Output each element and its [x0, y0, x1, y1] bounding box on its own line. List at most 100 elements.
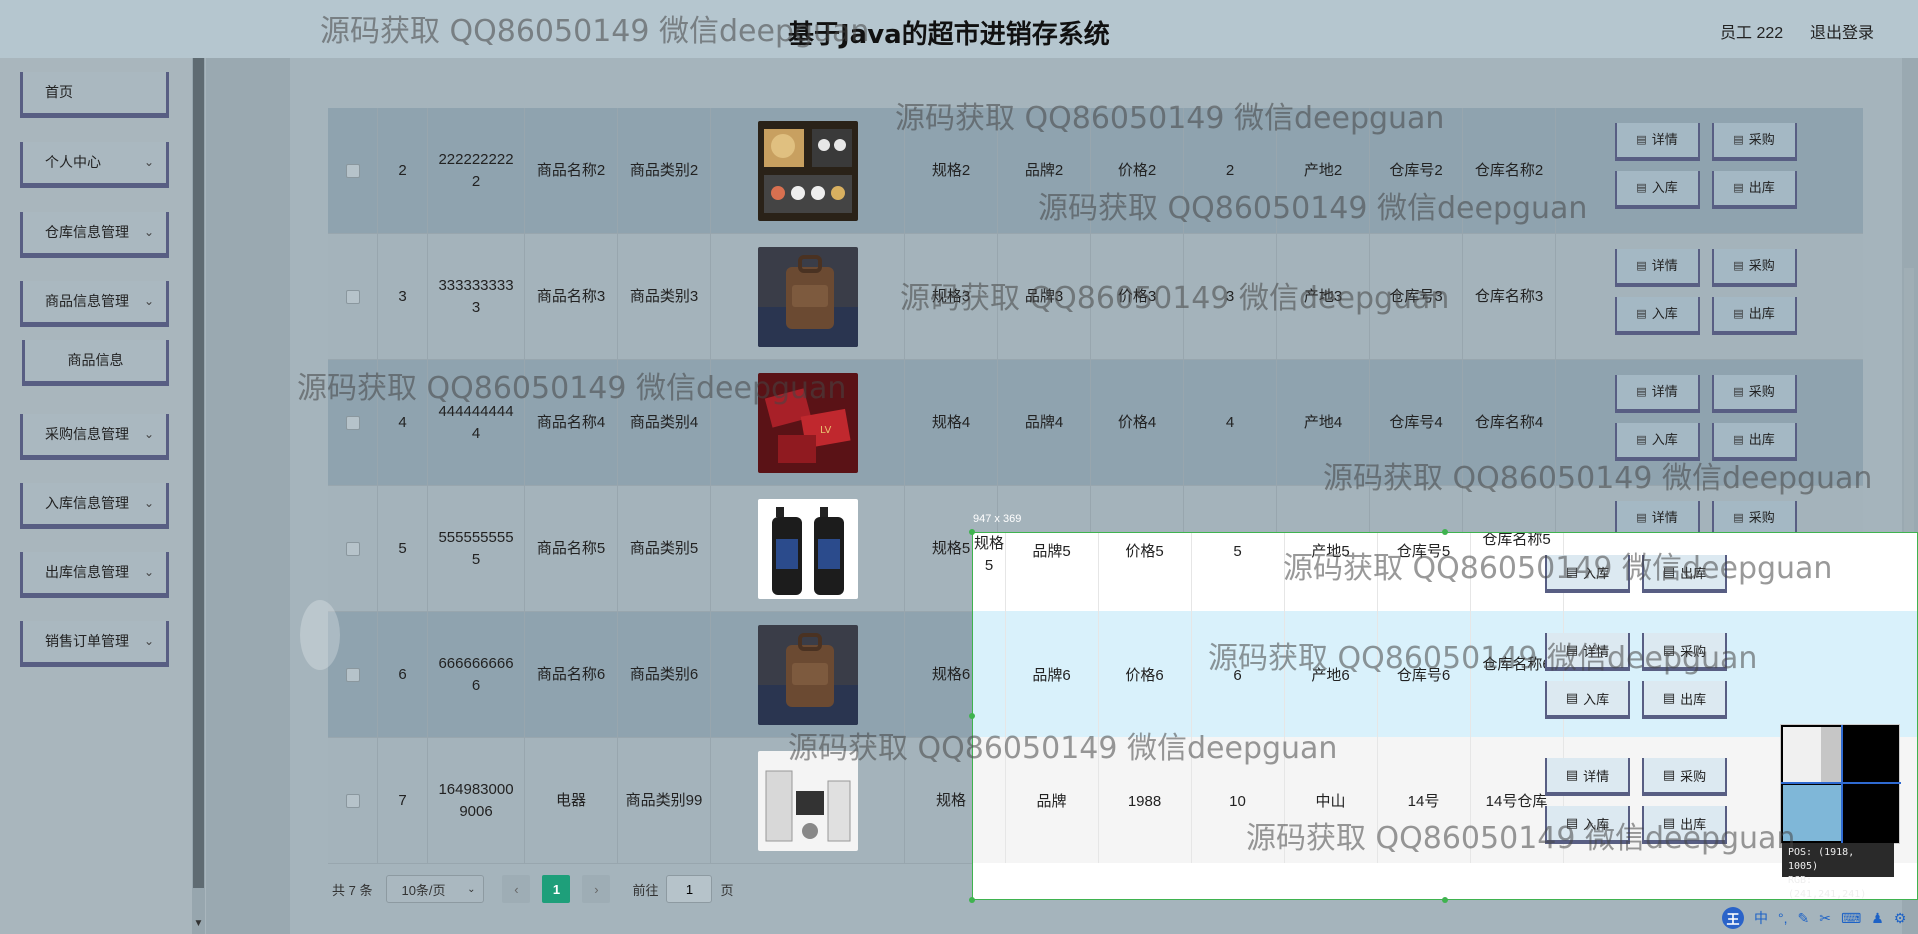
cell-product-number: 2222222222 — [428, 108, 525, 234]
sidebar-item-purchase[interactable]: 采购信息管理 ⌄ — [20, 414, 169, 460]
purchase-button[interactable]: ▤采购 — [1642, 758, 1727, 796]
snip-region-preview: 规格5 品牌5 价格5 5 产地5 仓库号5 仓库名称5 ▤ 出库 ▤ 入库 品牌6… — [973, 533, 1918, 900]
goto-label: 前往 — [632, 882, 659, 898]
sidebar-item-product[interactable]: 商品信息管理 ⌄ — [20, 281, 169, 327]
scissors-icon[interactable]: ✂ — [1819, 910, 1831, 927]
outbound-button[interactable]: ▤出库 — [1711, 297, 1797, 335]
snip-size-label: 947 x 369 — [973, 513, 1022, 525]
resize-handle[interactable] — [1442, 897, 1448, 903]
shirt-icon[interactable]: ♟ — [1871, 910, 1884, 927]
outbound-button[interactable]: ▤出库 — [1711, 171, 1797, 209]
product-image — [757, 247, 858, 347]
inbound-button[interactable]: ▤入库 — [1545, 681, 1630, 719]
resize-handle[interactable] — [969, 713, 975, 719]
inbound-button[interactable]: ▤入库 — [1614, 423, 1700, 461]
inbound-button[interactable]: ▤入库 — [1545, 806, 1630, 844]
sidebar-item-warehouse[interactable]: 仓库信息管理 ⌄ — [20, 212, 169, 258]
sidebar-scrollbar-thumb[interactable] — [193, 58, 204, 888]
doc-icon: ▤ — [1733, 134, 1744, 146]
sidebar-item-personal-center[interactable]: 个人中心 ⌄ — [20, 142, 169, 188]
sidebar-subitem-product-info[interactable]: 商品信息 — [22, 340, 169, 386]
inbound-button[interactable]: ▤入库 — [1545, 555, 1630, 593]
doc-icon: ▤ — [1565, 815, 1579, 830]
cell-origin: 产地3 — [1277, 234, 1370, 360]
product-image: LV — [757, 373, 858, 473]
detail-button[interactable]: ▤详情 — [1614, 123, 1700, 161]
resize-handle[interactable] — [1442, 529, 1448, 535]
sidebar-item-inbound[interactable]: 入库信息管理 ⌄ — [20, 483, 169, 529]
resize-handle[interactable] — [969, 897, 975, 903]
row-checkbox[interactable] — [345, 290, 360, 304]
sidebar-item-sales-orders[interactable]: 销售订单管理 ⌄ — [20, 621, 169, 667]
ime-lang-toggle[interactable]: 中 — [1754, 908, 1768, 928]
pixel-rgb: RGB: (241,241,241) — [1788, 875, 1867, 900]
table-row: 3 3333333333 商品名称3 商品类别3 规格3 品牌3 价格3 3 产地3 仓库号3 仓库… — [328, 234, 1863, 360]
outbound-button[interactable]: ▤出库 — [1711, 423, 1797, 461]
cell-product-image — [711, 738, 905, 864]
row-checkbox[interactable] — [345, 164, 360, 178]
cell-brand: 品牌4 — [998, 360, 1091, 486]
cell-warehouse-no: 14号 — [1407, 793, 1440, 810]
sidebar-item-outbound[interactable]: 出库信息管理 ⌄ — [20, 552, 169, 598]
row-checkbox[interactable] — [345, 542, 360, 556]
product-image — [757, 499, 858, 599]
inbound-button[interactable]: ▤入库 — [1614, 297, 1700, 335]
gear-icon[interactable]: ⚙ — [1894, 910, 1907, 927]
inbound-button[interactable]: ▤入库 — [1614, 171, 1700, 209]
cell-index: 7 — [378, 738, 428, 864]
page-number-1[interactable]: 1 — [542, 875, 571, 903]
cell-index: 4 — [378, 360, 428, 486]
purchase-button[interactable]: ▤采购 — [1711, 123, 1797, 161]
cell-product-number: 3333333333 — [428, 234, 525, 360]
cell-product-category: 商品类别6 — [618, 612, 711, 738]
purchase-button[interactable]: ▤采购 — [1711, 249, 1797, 287]
outbound-button[interactable]: ▤出库 — [1642, 555, 1727, 593]
chevron-down-icon: ⌄ — [143, 634, 154, 648]
goto-page-input[interactable] — [666, 875, 713, 903]
doc-icon: ▤ — [1733, 260, 1744, 272]
cell-warehouse-no: 仓库号2 — [1370, 108, 1463, 234]
cell-brand: 品牌2 — [998, 108, 1091, 234]
logout-button[interactable]: 退出登录 — [1810, 19, 1874, 43]
row-checkbox[interactable] — [345, 416, 360, 430]
cell-spec: 规格2 — [905, 108, 998, 234]
detail-button[interactable]: ▤详情 — [1545, 758, 1630, 796]
detail-button[interactable]: ▤详情 — [1614, 249, 1700, 287]
ime-logo-icon[interactable]: 王 — [1722, 907, 1744, 929]
pen-icon[interactable]: ✎ — [1798, 910, 1810, 927]
sidebar-item-home[interactable]: 首页 — [20, 72, 169, 118]
cell-product-image — [711, 108, 905, 234]
page-size-select[interactable]: 10条/页 ⌄ — [386, 875, 485, 903]
purchase-button[interactable]: ▤采购 — [1711, 375, 1797, 413]
ime-punct-toggle[interactable]: °, — [1778, 910, 1788, 926]
prev-page-button[interactable]: ‹ — [502, 875, 531, 903]
keyboard-icon[interactable]: ⌨ — [1841, 910, 1861, 927]
row-checkbox[interactable] — [345, 668, 360, 682]
cell-product-category: 商品类别99 — [618, 738, 711, 864]
chevron-down-icon: ⌄ — [143, 155, 154, 169]
cell-origin: 产地5 — [1311, 543, 1350, 560]
total-count: 共 7 条 — [332, 882, 373, 898]
outbound-button[interactable]: ▤出库 — [1642, 681, 1727, 719]
detail-button[interactable]: ▤详情 — [1614, 375, 1700, 413]
row-checkbox[interactable] — [345, 794, 360, 808]
cell-index: 2 — [378, 108, 428, 234]
svg-text:LV: LV — [820, 425, 831, 436]
top-header: 基于Java的超市进销存系统 员工 222 退出登录 — [0, 0, 1918, 58]
detail-button[interactable]: ▤详情 — [1545, 633, 1630, 671]
doc-icon: ▤ — [1733, 182, 1744, 194]
resize-handle[interactable] — [969, 529, 975, 535]
scroll-down-arrow-icon[interactable]: ▼ — [192, 918, 205, 929]
outbound-button[interactable]: ▤出库 — [1642, 806, 1727, 844]
cell-product-category: 商品类别4 — [618, 360, 711, 486]
cell-product-image: LV — [711, 360, 905, 486]
sidebar: 首页 个人中心 ⌄ 仓库信息管理 ⌄ 商品信息管理 ⌄ 商品信息 采购信息管理 … — [0, 58, 206, 934]
cell-product-number: 5555555555 — [428, 486, 525, 612]
next-page-button[interactable]: › — [582, 875, 611, 903]
row-checkbox-cell — [328, 108, 378, 234]
row-checkbox-cell — [328, 738, 378, 864]
purchase-button[interactable]: ▤采购 — [1642, 633, 1727, 671]
chevron-down-icon: ⌄ — [143, 225, 154, 239]
cell-product-category: 商品类别3 — [618, 234, 711, 360]
doc-icon: ▤ — [1662, 642, 1676, 657]
